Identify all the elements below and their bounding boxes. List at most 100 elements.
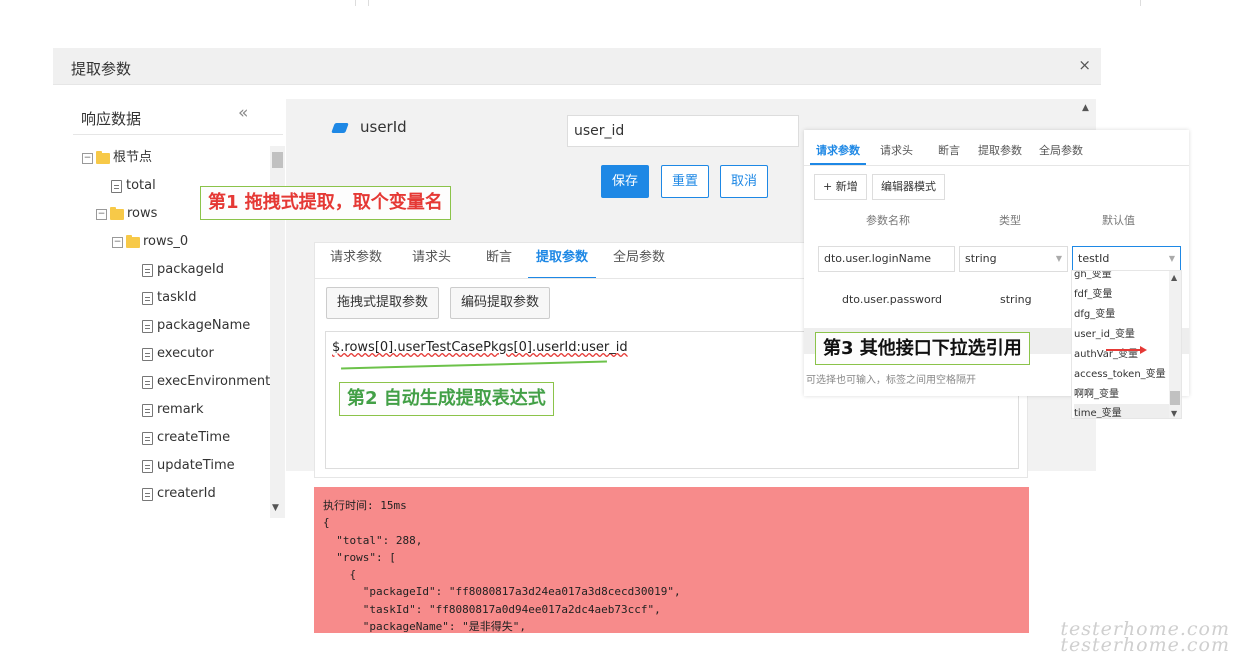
tree-node-updateTime[interactable]: updateTime: [142, 454, 235, 478]
input-hint: 可选择也可输入，标签之间用空格隔开: [806, 371, 976, 386]
popup-tab-request-headers[interactable]: 请求头: [880, 142, 913, 158]
tab-assertions[interactable]: 断言: [486, 245, 512, 279]
top-divider: [355, 0, 356, 6]
dropdown-option[interactable]: 啊啊_变量: [1074, 385, 1119, 400]
tab-global-params[interactable]: 全局参数: [613, 245, 665, 279]
folder-icon: [126, 237, 140, 248]
dropdown-option[interactable]: dfg_变量: [1074, 305, 1115, 320]
tree-node-packageId[interactable]: packageId: [142, 258, 224, 282]
column-header-default: 默认值: [1102, 212, 1135, 228]
close-icon[interactable]: ×: [1078, 56, 1091, 74]
scroll-down-icon[interactable]: ▼: [1171, 409, 1177, 418]
top-divider: [368, 0, 369, 6]
collapse-toggle-icon[interactable]: −: [112, 237, 123, 248]
editor-mode-button[interactable]: 编辑器模式: [872, 174, 945, 200]
param-type-text: string: [1000, 293, 1032, 306]
annotation-step1: 第1 拖拽式提取，取个变量名: [200, 186, 451, 220]
file-icon: [142, 460, 153, 473]
popup-tab-request-params[interactable]: 请求参数: [816, 142, 860, 158]
tree-node-root[interactable]: − 根节点: [82, 146, 152, 170]
dialog-title: 提取参数: [71, 58, 131, 79]
tree-node-rows[interactable]: − rows: [96, 202, 157, 226]
top-divider: [1140, 0, 1141, 6]
default-value-select[interactable]: testId ▼: [1072, 246, 1181, 272]
tree-node-remark[interactable]: remark: [142, 398, 204, 422]
response-data-title: 响应数据: [81, 108, 141, 129]
scrollbar-thumb[interactable]: [1170, 391, 1180, 405]
tree-node-label: createrId: [157, 482, 216, 506]
param-name-input[interactable]: dto.user.loginName: [818, 246, 955, 272]
tree-node-createTime[interactable]: createTime: [142, 426, 230, 450]
tree-node-taskId[interactable]: taskId: [142, 286, 196, 310]
tree-node-label: packageName: [157, 314, 250, 338]
param-type-select[interactable]: string▼: [959, 246, 1068, 272]
tree-node-label: taskId: [157, 286, 196, 310]
save-button[interactable]: 保存: [601, 165, 649, 198]
variable-dropdown: gh_变量 fdf_变量 dfg_变量 user_id_变量 authVar_变…: [1071, 270, 1182, 419]
tree-node-rows-0[interactable]: − rows_0: [112, 230, 188, 254]
tab-extract-params[interactable]: 提取参数: [528, 245, 596, 279]
column-header-name: 参数名称: [866, 212, 910, 228]
dropdown-option[interactable]: gh_变量: [1074, 270, 1112, 280]
dropdown-option[interactable]: access_token_变量: [1074, 365, 1166, 380]
variable-name-input[interactable]: user_id: [567, 115, 799, 147]
tree-node-executor[interactable]: executor: [142, 342, 214, 366]
tree-node-label: executor: [157, 342, 214, 366]
file-icon: [142, 404, 153, 417]
tree-node-packageName[interactable]: packageName: [142, 314, 250, 338]
tree-node-createrId[interactable]: createrId: [142, 482, 216, 506]
reset-button[interactable]: 重置: [661, 165, 709, 198]
extract-expression: $.rows[0].userTestCasePkgs[0].userId:use…: [332, 340, 628, 355]
scroll-down-icon[interactable]: ▼: [272, 503, 279, 513]
collapse-toggle-icon[interactable]: −: [82, 153, 93, 164]
tree-node-label: createTime: [157, 426, 230, 450]
file-icon: [142, 348, 153, 361]
scroll-up-icon[interactable]: ▲: [1082, 103, 1089, 113]
chevron-down-icon: ▼: [1056, 247, 1062, 271]
tree-node-execEnvironment[interactable]: execEnvironment: [142, 370, 270, 394]
red-arrow-icon: [1106, 349, 1144, 351]
watermark-text: testerhome.com: [1060, 637, 1230, 653]
annotation-step3: 第3 其他接口下拉选引用: [815, 332, 1030, 365]
collapse-toggle-icon[interactable]: −: [96, 209, 107, 220]
tree-node-label: remark: [157, 398, 204, 422]
tree-node-label: updateTime: [157, 454, 235, 478]
dropdown-option[interactable]: fdf_变量: [1074, 285, 1112, 300]
tree-node-label: rows: [127, 202, 157, 226]
popup-tab-extract-params[interactable]: 提取参数: [978, 142, 1022, 158]
tab-request-params[interactable]: 请求参数: [330, 245, 382, 279]
popup-tab-assertions[interactable]: 断言: [938, 142, 960, 158]
code-extract-button[interactable]: 编码提取参数: [450, 287, 550, 319]
scroll-up-icon[interactable]: ▲: [1171, 273, 1177, 282]
response-result-box: 执行时间: 15ms{ "total": 288, "rows": [ { "p…: [314, 487, 1029, 633]
add-param-button[interactable]: + 新增: [814, 174, 867, 200]
dropdown-option[interactable]: user_id_变量: [1074, 325, 1135, 340]
json-line: "packageId": "ff8080817a3d24ea017a3d8cec…: [323, 583, 1020, 600]
dropdown-scrollbar[interactable]: ▲ ▼: [1169, 271, 1181, 419]
tree-node-total[interactable]: total: [111, 174, 156, 198]
dropdown-option[interactable]: time_变量: [1074, 404, 1170, 419]
tree-node-label: 根节点: [113, 146, 152, 170]
node-icon: [331, 123, 349, 133]
collapse-icon[interactable]: «: [238, 103, 248, 123]
watermark: testerhome.com testerhome.com: [1060, 621, 1230, 653]
json-line: "total": 288,: [323, 532, 1020, 549]
annotation-step2: 第2 自动生成提取表达式: [339, 382, 554, 416]
file-icon: [142, 488, 153, 501]
divider: [73, 134, 283, 135]
file-icon: [142, 432, 153, 445]
default-value: testId: [1078, 252, 1109, 265]
cancel-button[interactable]: 取消: [720, 165, 768, 198]
file-icon: [142, 376, 153, 389]
drag-extract-button[interactable]: 拖拽式提取参数: [326, 287, 439, 319]
dropdown-option[interactable]: authVar_变量: [1074, 345, 1138, 360]
tree-node-label: rows_0: [143, 230, 188, 254]
folder-icon: [110, 209, 124, 220]
popup-tab-global-params[interactable]: 全局参数: [1039, 142, 1083, 158]
file-icon: [142, 292, 153, 305]
tab-request-headers[interactable]: 请求头: [412, 245, 451, 279]
chevron-down-icon: ▼: [1169, 247, 1175, 271]
column-header-type: 类型: [999, 212, 1021, 228]
file-icon: [142, 264, 153, 277]
scrollbar-thumb[interactable]: [272, 152, 283, 168]
